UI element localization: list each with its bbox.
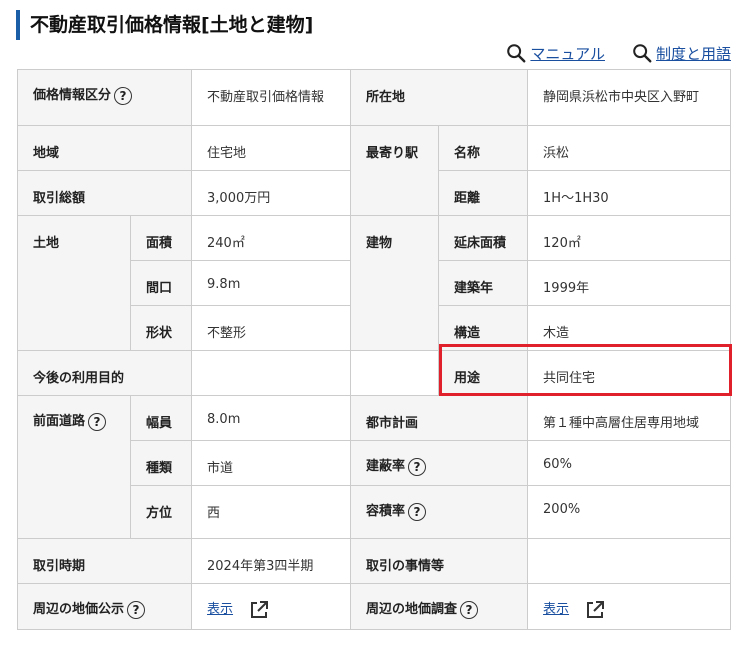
total-price-value: 3,000万円 (191, 170, 352, 216)
help-icon[interactable]: ? (127, 600, 146, 619)
total-price-header: 取引総額 (16, 170, 193, 216)
shape-header: 形状 (129, 305, 193, 351)
front-road-header: 前面道路? (17, 395, 131, 539)
building-header: 建物 (350, 215, 440, 351)
land-price-public-link[interactable]: 表示 (207, 602, 233, 617)
circumstances-value (527, 538, 732, 584)
road-direction-value: 西 (191, 485, 352, 539)
period-header: 取引時期 (16, 538, 193, 584)
far-header: 容積率? (350, 485, 529, 539)
land-price-survey-cell: 表示 (527, 583, 732, 630)
road-type-header: 種類 (129, 440, 193, 486)
glossary-link[interactable]: 制度と用語 (631, 42, 731, 64)
frontage-header: 間口 (129, 260, 193, 306)
station-name-value: 浜松 (527, 125, 732, 171)
page-title: 不動産取引価格情報[土地と建物] (16, 10, 313, 40)
far-value: 200% (527, 485, 732, 539)
build-year-header: 建築年 (438, 260, 529, 306)
empty-cell (350, 350, 440, 396)
manual-link-label: マニュアル (530, 44, 605, 63)
land-price-public-cell: 表示 (191, 583, 352, 630)
land-price-public-header: 周辺の地価公示? (16, 583, 193, 630)
future-use-value (191, 350, 352, 396)
location-value: 静岡県浜松市中央区入野町 (527, 69, 732, 126)
building-use-value: 共同住宅 (527, 350, 732, 396)
station-name-header: 名称 (438, 125, 529, 171)
frontage-value: 9.8m (191, 260, 352, 306)
price-category-header: 価格情報区分? (16, 69, 193, 126)
land-price-survey-header: 周辺の地価調査? (350, 583, 529, 630)
help-icon[interactable]: ? (114, 86, 133, 105)
land-area-value: 240㎡ (191, 215, 352, 261)
future-use-header: 今後の利用目的 (16, 350, 193, 396)
floor-area-header: 延床面積 (438, 215, 529, 261)
shape-value: 不整形 (191, 305, 352, 351)
coverage-value: 60% (527, 440, 732, 486)
structure-header: 構造 (438, 305, 529, 351)
floor-area-value: 120㎡ (527, 215, 732, 261)
glossary-link-label: 制度と用語 (655, 44, 731, 63)
transaction-info-table: 価格情報区分? 不動産取引価格情報 所在地 静岡県浜松市中央区入野町 地域 住宅… (16, 69, 732, 630)
period-value: 2024年第3四半期 (191, 538, 352, 584)
help-icon[interactable]: ? (88, 412, 107, 431)
price-category-value: 不動産取引価格情報 (191, 69, 352, 126)
road-width-header: 幅員 (129, 395, 193, 441)
location-header: 所在地 (350, 69, 529, 126)
city-plan-header: 都市計画 (350, 395, 529, 441)
road-type-value: 市道 (191, 440, 352, 486)
coverage-header: 建蔽率? (350, 440, 529, 486)
help-icon[interactable]: ? (460, 600, 479, 619)
manual-link[interactable]: マニュアル (505, 42, 605, 64)
station-distance-header: 距離 (438, 170, 529, 216)
area-type-header: 地域 (16, 125, 193, 171)
area-type-value: 住宅地 (191, 125, 352, 171)
external-link-icon[interactable] (585, 600, 605, 620)
road-width-value: 8.0m (191, 395, 352, 441)
station-distance-value: 1H～1H30 (527, 170, 732, 216)
build-year-value: 1999年 (527, 260, 732, 306)
land-header: 土地 (17, 215, 131, 351)
external-link-icon[interactable] (249, 600, 269, 620)
search-icon (507, 44, 526, 63)
land-price-survey-link[interactable]: 表示 (543, 602, 569, 617)
road-direction-header: 方位 (129, 485, 193, 539)
header-links: マニュアル 制度と用語 (505, 42, 731, 64)
nearest-station-header: 最寄り駅 (350, 125, 440, 216)
help-icon[interactable]: ? (408, 502, 427, 521)
building-use-header: 用途 (438, 350, 529, 396)
circumstances-header: 取引の事情等 (350, 538, 529, 584)
help-icon[interactable]: ? (408, 457, 427, 476)
search-icon (633, 44, 652, 63)
city-plan-value: 第１種中高層住居専用地域 (527, 395, 732, 441)
structure-value: 木造 (527, 305, 732, 351)
land-area-header: 面積 (129, 215, 193, 261)
